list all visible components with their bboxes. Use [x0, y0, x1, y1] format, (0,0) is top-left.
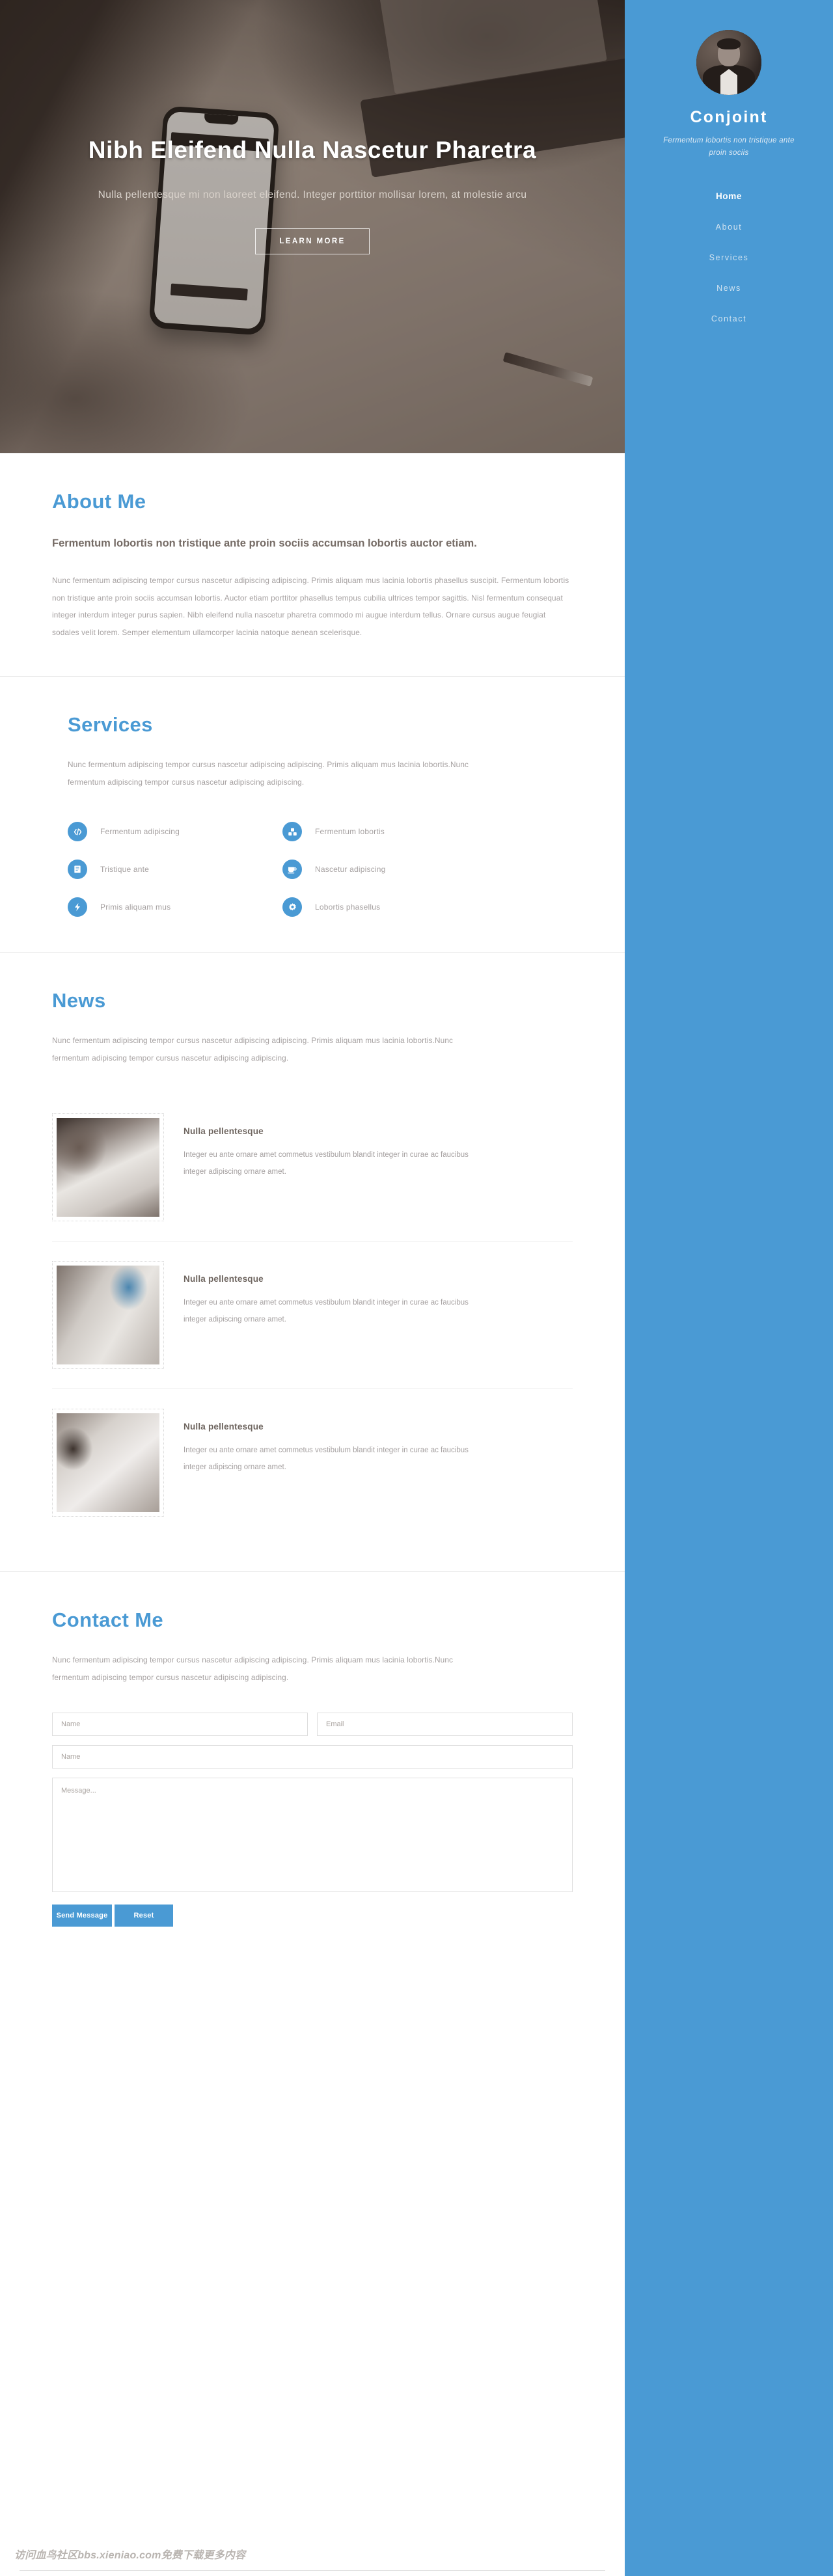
service-item-nascetur-adipiscing[interactable]: Nascetur adipiscing — [282, 860, 497, 880]
meeting-photo — [57, 1118, 159, 1217]
service-label: Nascetur adipiscing — [315, 865, 386, 874]
bolt-icon — [68, 897, 87, 917]
contact-title: Contact Me — [52, 1608, 164, 1632]
avatar-hair — [717, 38, 741, 49]
news-item-title: Nulla pellentesque — [184, 1422, 264, 1432]
news-thumbnail — [52, 1261, 164, 1370]
code-icon — [68, 822, 87, 842]
hero-title: Nibh Eleifend Nulla Nascetur Pharetra — [88, 137, 537, 163]
dont-look-back-poster-photo — [57, 1266, 159, 1365]
service-label: Primis aliquam mus — [100, 902, 171, 912]
service-label: Fermentum lobortis — [315, 827, 385, 837]
sidebar-nav: Home About Services News Contact — [625, 184, 833, 331]
sidebar-item-about[interactable]: About — [625, 215, 833, 239]
sidebar-item-contact[interactable]: Contact — [625, 307, 833, 331]
services-grid: Fermentum adipiscing Fermentum lobortis … — [68, 822, 497, 917]
news-thumbnail — [52, 1113, 164, 1222]
news-list-item[interactable]: Nulla pellentesque Integer eu ante ornar… — [52, 1094, 573, 1242]
news-item-description: Integer eu ante ornare amet commetus ves… — [184, 1446, 469, 1472]
news-body: Nunc fermentum adipiscing tempor cursus … — [52, 1036, 454, 1063]
watermark-text: 访问血鸟社区bbs.xieniao.com免费下载更多内容 — [14, 2550, 246, 2561]
news-list-item[interactable]: Nulla pellentesque Integer eu ante ornar… — [52, 1241, 573, 1390]
name-input[interactable] — [52, 1712, 308, 1736]
cubes-icon — [282, 822, 302, 842]
subject-input[interactable] — [52, 1744, 573, 1769]
main-content: Nibh Eleifend Nulla Nascetur Pharetra Nu… — [0, 0, 625, 1962]
news-section: News Nunc fermentum adipiscing tempor cu… — [0, 952, 625, 1571]
service-label: Fermentum adipiscing — [100, 827, 180, 837]
sidebar-item-news[interactable]: News — [625, 277, 833, 300]
send-message-button[interactable]: Send Message — [52, 1904, 112, 1927]
reset-button[interactable]: Reset — [115, 1904, 173, 1927]
hero-content: Nibh Eleifend Nulla Nascetur Pharetra Nu… — [0, 137, 625, 254]
service-label: Tristique ante — [100, 865, 150, 874]
contact-form: Send Message Reset — [52, 1712, 573, 1927]
services-section: Services Nunc fermentum adipiscing tempo… — [0, 676, 625, 952]
contact-section: Contact Me Nunc fermentum adipiscing tem… — [0, 1571, 625, 1961]
news-list-item[interactable]: Nulla pellentesque Integer eu ante ornar… — [52, 1389, 573, 1536]
bottom-divider — [20, 2570, 605, 2571]
about-section: About Me Fermentum lobortis non tristiqu… — [0, 453, 625, 676]
service-item-fermentum-adipiscing[interactable]: Fermentum adipiscing — [68, 822, 282, 842]
sidebar-item-home[interactable]: Home — [625, 184, 833, 208]
news-item-title: Nulla pellentesque — [184, 1126, 264, 1137]
sidebar-item-services[interactable]: Services — [625, 246, 833, 269]
services-body: Nunc fermentum adipiscing tempor cursus … — [68, 760, 469, 787]
hero-section: Nibh Eleifend Nulla Nascetur Pharetra Nu… — [0, 0, 625, 453]
about-title: About Me — [52, 490, 146, 513]
news-title: News — [52, 989, 106, 1012]
hero-subtitle: Nulla pellentesque mi non laoreet eleife… — [98, 189, 527, 200]
news-item-description: Integer eu ante ornare amet commetus ves… — [184, 1299, 469, 1324]
news-list: Nulla pellentesque Integer eu ante ornar… — [52, 1094, 573, 1536]
desk-writing-photo — [57, 1413, 159, 1513]
about-subtitle: Fermentum lobortis non tristique ante pr… — [52, 537, 477, 549]
news-item-description: Integer eu ante ornare amet commetus ves… — [184, 1151, 469, 1176]
service-item-fermentum-lobortis[interactable]: Fermentum lobortis — [282, 822, 497, 842]
service-label: Lobortis phasellus — [315, 902, 381, 912]
brand-name: Conjoint — [690, 108, 768, 126]
contact-body: Nunc fermentum adipiscing tempor cursus … — [52, 1655, 454, 1682]
service-item-primis-aliquam-mus[interactable]: Primis aliquam mus — [68, 897, 282, 917]
gear-icon — [282, 897, 302, 917]
avatar — [696, 30, 761, 95]
message-textarea[interactable] — [52, 1777, 573, 1892]
service-item-tristique-ante[interactable]: Tristique ante — [68, 860, 282, 880]
service-item-lobortis-phasellus[interactable]: Lobortis phasellus — [282, 897, 497, 917]
coffee-cup-icon — [282, 860, 302, 880]
sidebar: Conjoint Fermentum lobortis non tristiqu… — [625, 0, 833, 2576]
brand-tagline: Fermentum lobortis non tristique ante pr… — [663, 137, 795, 157]
news-item-title: Nulla pellentesque — [184, 1274, 264, 1284]
news-thumbnail — [52, 1409, 164, 1517]
email-input[interactable] — [317, 1712, 573, 1736]
learn-more-button[interactable]: LEARN MORE — [255, 228, 370, 254]
about-body: Nunc fermentum adipiscing tempor cursus … — [52, 576, 569, 637]
notebook-icon — [68, 860, 87, 880]
services-title: Services — [68, 713, 153, 737]
